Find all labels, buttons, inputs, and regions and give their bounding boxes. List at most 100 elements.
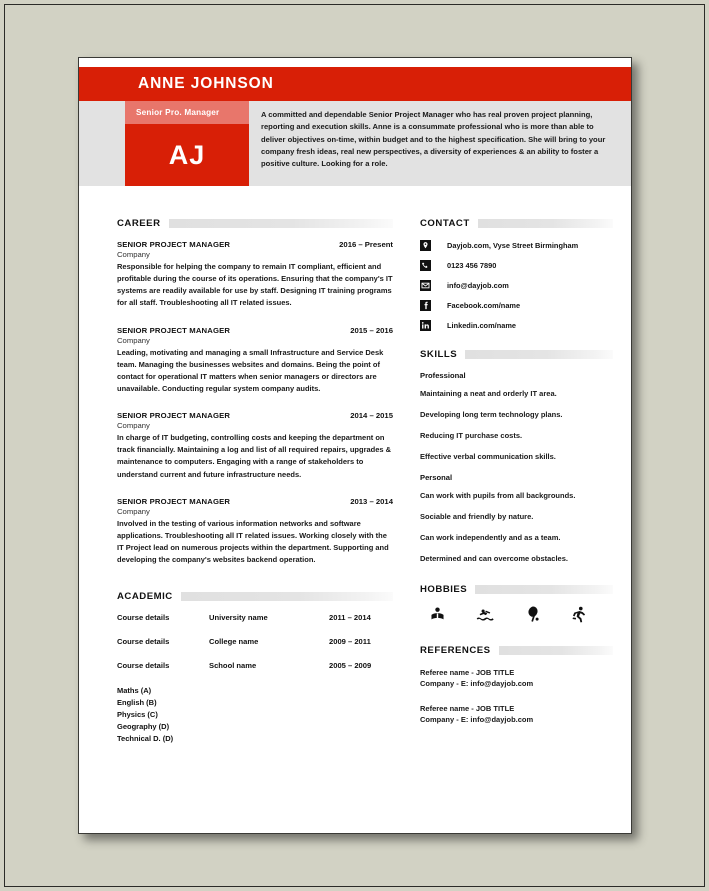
career-job: SENIOR PROJECT MANAGER 2013 – 2014 Compa… xyxy=(117,497,393,567)
job-title: SENIOR PROJECT MANAGER xyxy=(117,411,231,421)
contact-phone: 0123 456 7890 xyxy=(447,261,497,270)
header-body: Senior Pro. Manager AJ A committed and d… xyxy=(79,101,631,186)
skill-item: Determined and can overcome obstacles. xyxy=(420,554,568,563)
facebook-icon xyxy=(420,300,431,311)
academic-dates: 2011 – 2014 xyxy=(329,613,371,623)
career-heading-bar xyxy=(168,219,393,228)
career-heading-label: CAREER xyxy=(117,218,161,229)
job-company: Company xyxy=(117,250,150,259)
skills-personal-label: Personal xyxy=(420,473,453,482)
hobbies-heading: HOBBIES xyxy=(420,584,613,595)
hobbies-heading-bar xyxy=(475,585,613,594)
left-column: CAREER SENIOR PROJECT MANAGER 2016 – Pre… xyxy=(117,218,393,744)
contact-row-email: info@dayjob.com xyxy=(420,280,613,291)
skills-professional-label: Professional xyxy=(420,371,466,380)
career-job: SENIOR PROJECT MANAGER 2015 – 2016 Compa… xyxy=(117,326,393,396)
skill-item: Can work independently and as a team. xyxy=(420,533,561,542)
grade-item: Physics (C) xyxy=(117,709,158,719)
name-band: ANNE JOHNSON xyxy=(79,67,631,101)
skill-item: Sociable and friendly by nature. xyxy=(420,512,534,521)
job-description: Leading, motivating and managing a small… xyxy=(117,347,384,393)
hobbies-section: HOBBIES xyxy=(420,584,613,623)
career-job-row: SENIOR PROJECT MANAGER 2014 – 2015 xyxy=(117,411,393,420)
contact-row-facebook[interactable]: Facebook.com/name xyxy=(420,300,613,311)
academic-course: Course details xyxy=(117,637,170,647)
references-heading-label: REFERENCES xyxy=(420,645,491,656)
racket-sport-icon xyxy=(525,606,541,623)
job-dates: 2014 – 2015 xyxy=(350,411,393,421)
contact-heading: CONTACT xyxy=(420,218,613,229)
academic-institution: College name xyxy=(209,637,259,647)
contact-row-address: Dayjob.com, Vyse Street Birmingham xyxy=(420,240,613,251)
skills-professional-group: Professional Maintaining a neat and orde… xyxy=(420,371,613,461)
resume-page: ANNE JOHNSON Senior Pro. Manager AJ A co… xyxy=(78,57,632,834)
reference-name: Referee name - JOB TITLE xyxy=(420,668,515,677)
reference-item: Referee name - JOB TITLE Company - E: in… xyxy=(420,703,613,726)
academic-institution: University name xyxy=(209,613,268,623)
page-title: ANNE JOHNSON xyxy=(138,75,274,92)
career-section: CAREER SENIOR PROJECT MANAGER 2016 – Pre… xyxy=(117,218,393,566)
linkedin-icon xyxy=(420,320,431,331)
skills-heading-bar xyxy=(465,350,613,359)
job-dates: 2013 – 2014 xyxy=(350,496,393,506)
right-column: CONTACT Dayjob.com, Vyse Street Birmingh… xyxy=(420,218,613,738)
contact-email: info@dayjob.com xyxy=(447,281,509,290)
role-tag-label: Senior Pro. Manager xyxy=(136,108,220,117)
grade-item: Maths (A) xyxy=(117,686,152,696)
contact-row-phone: 0123 456 7890 xyxy=(420,260,613,271)
grade-item: Technical D. (D) xyxy=(117,733,174,743)
contact-address: Dayjob.com, Vyse Street Birmingham xyxy=(447,241,579,250)
job-title: SENIOR PROJECT MANAGER xyxy=(117,325,231,335)
job-company: Company xyxy=(117,506,150,516)
career-job-row: SENIOR PROJECT MANAGER 2016 – Present xyxy=(117,240,393,249)
contact-heading-label: CONTACT xyxy=(420,218,470,229)
phone-icon xyxy=(420,260,431,271)
hobbies-heading-label: HOBBIES xyxy=(420,584,468,595)
job-title: SENIOR PROJECT MANAGER xyxy=(117,240,231,249)
job-description: In charge of IT budgeting, controlling c… xyxy=(117,433,392,479)
contact-linkedin[interactable]: Linkedin.com/name xyxy=(447,321,516,330)
grade-item: English (B) xyxy=(117,698,157,708)
academic-course: Course details xyxy=(117,661,170,671)
contact-section: CONTACT Dayjob.com, Vyse Street Birmingh… xyxy=(420,218,613,331)
job-description: Involved in the testing of various infor… xyxy=(117,518,389,565)
contact-row-linkedin[interactable]: Linkedin.com/name xyxy=(420,320,613,331)
initials-label: AJ xyxy=(168,139,206,170)
job-dates: 2015 – 2016 xyxy=(350,325,393,335)
reference-item: Referee name - JOB TITLE Company - E: in… xyxy=(420,667,613,690)
role-tag: Senior Pro. Manager xyxy=(125,101,249,124)
hobbies-icon-row xyxy=(429,606,613,623)
skill-item: Effective verbal communication skills. xyxy=(420,452,556,461)
references-section: REFERENCES Referee name - JOB TITLE Comp… xyxy=(420,645,613,725)
academic-row: Course details College name 2009 – 2011 xyxy=(117,637,393,646)
skills-heading-label: SKILLS xyxy=(420,349,458,360)
job-company: Company xyxy=(117,335,150,345)
skill-item: Developing long term technology plans. xyxy=(420,410,563,419)
skill-item: Reducing IT purchase costs. xyxy=(420,431,523,440)
academic-course: Course details xyxy=(117,613,170,623)
skills-heading: SKILLS xyxy=(420,349,613,360)
skills-section: SKILLS Professional Maintaining a neat a… xyxy=(420,349,613,563)
contact-facebook[interactable]: Facebook.com/name xyxy=(447,301,520,310)
academic-heading-bar xyxy=(180,592,393,602)
career-job-row: SENIOR PROJECT MANAGER 2015 – 2016 xyxy=(117,326,393,335)
academic-heading: ACADEMIC xyxy=(117,591,393,602)
skills-personal-group: Personal Can work with pupils from all b… xyxy=(420,473,613,563)
reference-name: Referee name - JOB TITLE xyxy=(420,703,515,713)
academic-dates: 2009 – 2011 xyxy=(329,637,371,647)
career-job: SENIOR PROJECT MANAGER 2014 – 2015 Compa… xyxy=(117,411,393,481)
skill-item: Can work with pupils from all background… xyxy=(420,491,576,500)
career-job: SENIOR PROJECT MANAGER 2016 – Present Co… xyxy=(117,240,393,310)
skill-item: Maintaining a neat and orderly IT area. xyxy=(420,389,557,398)
references-heading: REFERENCES xyxy=(420,645,613,656)
grade-item: Geography (D) xyxy=(117,721,170,731)
academic-row: Course details University name 2011 – 20… xyxy=(117,613,393,622)
academic-section: ACADEMIC Course details University name … xyxy=(117,591,393,744)
contact-heading-bar xyxy=(477,219,613,228)
academic-institution: School name xyxy=(209,661,257,671)
academic-dates: 2005 – 2009 xyxy=(329,661,372,671)
job-title: SENIOR PROJECT MANAGER xyxy=(117,496,231,506)
career-job-row: SENIOR PROJECT MANAGER 2013 – 2014 xyxy=(117,497,393,506)
academic-heading-label: ACADEMIC xyxy=(117,591,173,603)
